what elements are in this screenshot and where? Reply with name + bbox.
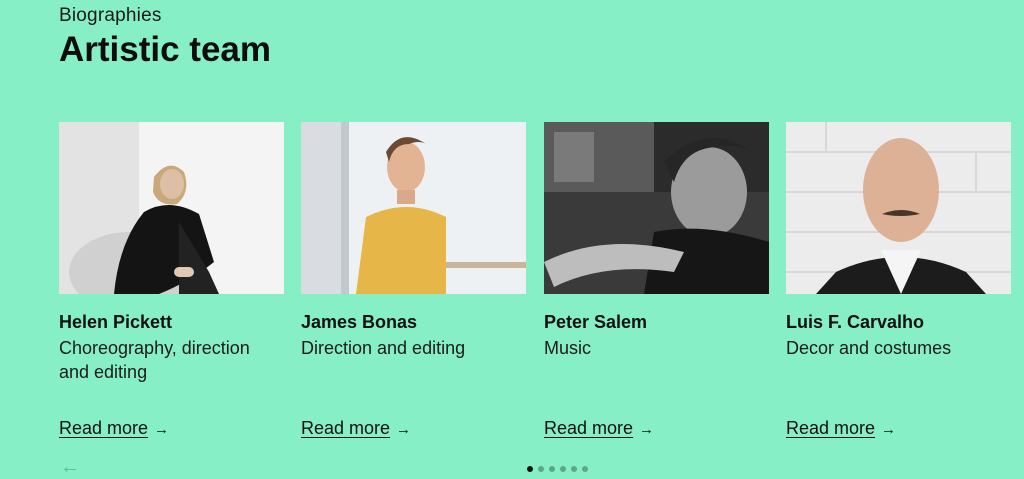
pagination-dot[interactable]	[571, 466, 577, 472]
read-more-label: Read more	[786, 418, 876, 438]
carousel-pagination	[527, 466, 588, 472]
member-photo	[59, 122, 284, 294]
member-role: Direction and editing	[301, 338, 466, 358]
member-name: Peter Salem	[544, 312, 648, 332]
read-more-link[interactable]: Read more →	[59, 418, 169, 439]
section-eyebrow: Biographies	[59, 5, 162, 26]
team-card: Luis F. Carvalho Decor and costumes Read…	[786, 122, 1011, 438]
team-card: Peter Salem Music Read more →	[544, 122, 769, 438]
member-name: Luis F. Carvalho	[786, 312, 925, 332]
member-photo	[786, 122, 1011, 294]
read-more-label: Read more	[59, 418, 149, 438]
member-name: Helen Pickett	[59, 312, 173, 332]
read-more-label: Read more	[544, 418, 634, 438]
pagination-dot[interactable]	[582, 466, 588, 472]
pagination-dot[interactable]	[549, 466, 555, 472]
pagination-dot[interactable]	[527, 466, 533, 472]
member-role: Choreography, direction and editing	[59, 338, 250, 382]
read-more-link[interactable]: Read more →	[786, 418, 896, 439]
arrow-left-icon[interactable]: ←	[60, 456, 80, 479]
arrow-right-icon: →	[154, 421, 170, 438]
arrow-right-icon: →	[396, 421, 412, 438]
member-name: James Bonas	[301, 312, 418, 332]
pagination-dot[interactable]	[538, 466, 544, 472]
member-role: Decor and costumes	[786, 338, 952, 358]
team-card: James Bonas Direction and editing Read m…	[301, 122, 526, 438]
arrow-right-icon: →	[881, 421, 897, 438]
arrow-right-icon: →	[639, 421, 655, 438]
member-photo	[301, 122, 526, 294]
read-more-link[interactable]: Read more →	[544, 418, 654, 439]
section-title: Artistic team	[59, 30, 272, 69]
team-card: Helen Pickett Choreography, direction an…	[59, 122, 284, 438]
member-photo	[544, 122, 769, 294]
member-role: Music	[544, 338, 592, 358]
read-more-link[interactable]: Read more →	[301, 418, 411, 439]
read-more-label: Read more	[301, 418, 391, 438]
pagination-dot[interactable]	[560, 466, 566, 472]
